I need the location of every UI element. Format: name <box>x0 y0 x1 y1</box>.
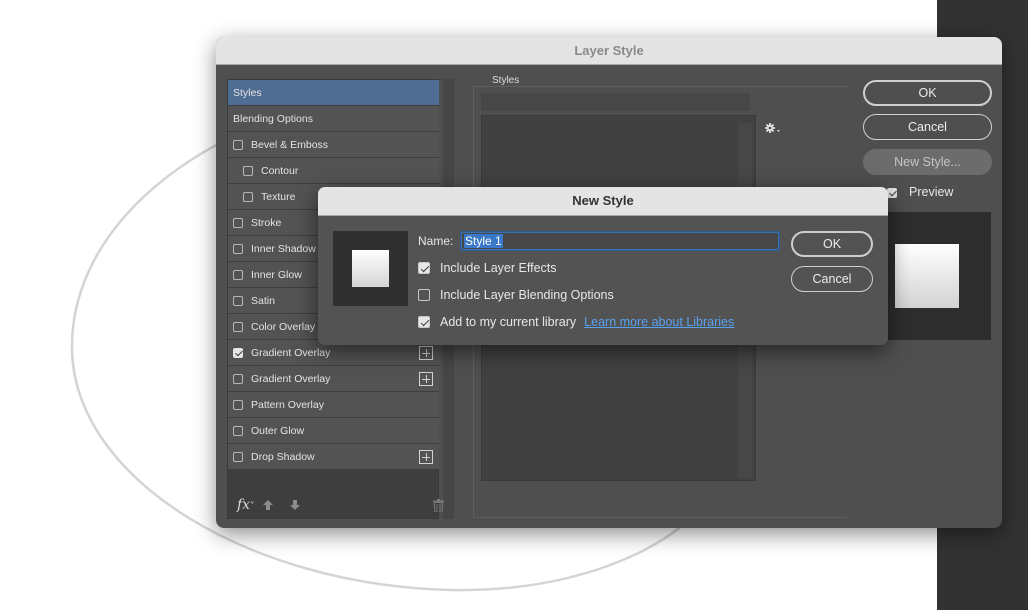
style-item-gradient-overlay[interactable]: Gradient Overlay <box>228 366 439 392</box>
style-item-label: Gradient Overlay <box>251 373 331 385</box>
preview-label: Preview <box>909 185 954 199</box>
style-preview-box <box>885 212 991 340</box>
style-item-label: Bevel & Emboss <box>251 139 329 151</box>
style-item-label: Drop Shadow <box>251 451 315 463</box>
include-blending-options-label: Include Layer Blending Options <box>440 288 614 302</box>
include-blending-options-option[interactable]: Include Layer Blending Options <box>418 288 614 302</box>
new-style-button[interactable]: New Style... <box>863 149 992 175</box>
style-item-checkbox[interactable] <box>233 374 243 384</box>
style-item-checkbox[interactable] <box>233 270 243 280</box>
style-item-outer-glow[interactable]: Outer Glow <box>228 418 439 444</box>
move-down-icon[interactable] <box>288 498 302 512</box>
style-item-label: Inner Shadow <box>251 243 316 255</box>
style-item-bevel-emboss[interactable]: Bevel & Emboss <box>228 132 439 158</box>
new-style-ok-button[interactable]: OK <box>791 231 873 257</box>
style-item-checkbox[interactable] <box>233 400 243 410</box>
add-to-library-label: Add to my current library <box>440 315 577 329</box>
style-item-label: Stroke <box>251 217 282 229</box>
style-item-checkbox[interactable] <box>233 244 243 254</box>
style-item-label: Inner Glow <box>251 269 302 281</box>
style-item-checkbox[interactable] <box>233 426 243 436</box>
add-effect-icon[interactable] <box>419 450 433 464</box>
style-item-checkbox[interactable] <box>233 218 243 228</box>
style-item-checkbox[interactable] <box>233 140 243 150</box>
new-style-swatch <box>352 250 389 287</box>
include-blending-options-checkbox[interactable] <box>418 289 430 301</box>
style-item-drop-shadow[interactable]: Drop Shadow <box>228 444 439 470</box>
style-item-label: Contour <box>261 165 299 177</box>
styles-group-label: Styles <box>490 75 522 86</box>
add-to-library-checkbox[interactable] <box>418 316 430 328</box>
name-label: Name: <box>418 234 454 248</box>
learn-more-libraries-link[interactable]: Learn more about Libraries <box>584 315 734 329</box>
add-to-library-option[interactable]: Add to my current library Learn more abou… <box>418 315 734 329</box>
style-item-pattern-overlay[interactable]: Pattern Overlay <box>228 392 439 418</box>
include-layer-effects-option[interactable]: Include Layer Effects <box>418 261 557 275</box>
style-item-label: Gradient Overlay <box>251 347 331 359</box>
new-style-dialog: New Style Name: Style 1 Include Layer Ef… <box>318 187 888 345</box>
style-item-label: Blending Options <box>233 113 313 125</box>
style-item-label: Satin <box>251 295 275 307</box>
style-item-checkbox[interactable] <box>243 192 253 202</box>
style-item-styles[interactable]: Styles <box>228 80 439 106</box>
trash-icon[interactable] <box>433 499 444 512</box>
new-style-cancel-button[interactable]: Cancel <box>791 266 873 292</box>
styles-header-bar <box>481 93 750 111</box>
layer-style-titlebar[interactable]: Layer Style <box>216 37 1002 65</box>
style-item-contour[interactable]: Contour <box>228 158 439 184</box>
preview-swatch <box>895 244 959 308</box>
include-layer-effects-checkbox[interactable] <box>418 262 430 274</box>
style-name-input[interactable]: Style 1 <box>461 232 779 250</box>
style-item-checkbox[interactable] <box>233 452 243 462</box>
style-item-label: Color Overlay <box>251 321 316 333</box>
add-effect-icon[interactable] <box>419 372 433 386</box>
style-item-checkbox[interactable] <box>233 348 243 358</box>
style-item-label: Texture <box>261 191 296 203</box>
style-item-blending-options[interactable]: Blending Options <box>228 106 439 132</box>
gear-icon[interactable] <box>764 121 782 135</box>
include-layer-effects-label: Include Layer Effects <box>440 261 557 275</box>
new-style-titlebar[interactable]: New Style <box>318 187 888 216</box>
ok-button[interactable]: OK <box>863 80 992 106</box>
preview-checkbox[interactable] <box>887 188 897 198</box>
new-style-preview <box>333 231 408 306</box>
style-item-label: Outer Glow <box>251 425 305 437</box>
cancel-button[interactable]: Cancel <box>863 114 992 140</box>
style-item-label: Pattern Overlay <box>251 399 324 411</box>
style-item-checkbox[interactable] <box>243 166 253 176</box>
fx-icon[interactable]: fx˅ <box>237 497 255 513</box>
move-up-icon[interactable] <box>261 498 275 512</box>
style-name-value: Style 1 <box>464 234 503 248</box>
style-item-checkbox[interactable] <box>233 296 243 306</box>
add-effect-icon[interactable] <box>419 346 433 360</box>
style-item-checkbox[interactable] <box>233 322 243 332</box>
style-item-label: Styles <box>233 87 262 99</box>
